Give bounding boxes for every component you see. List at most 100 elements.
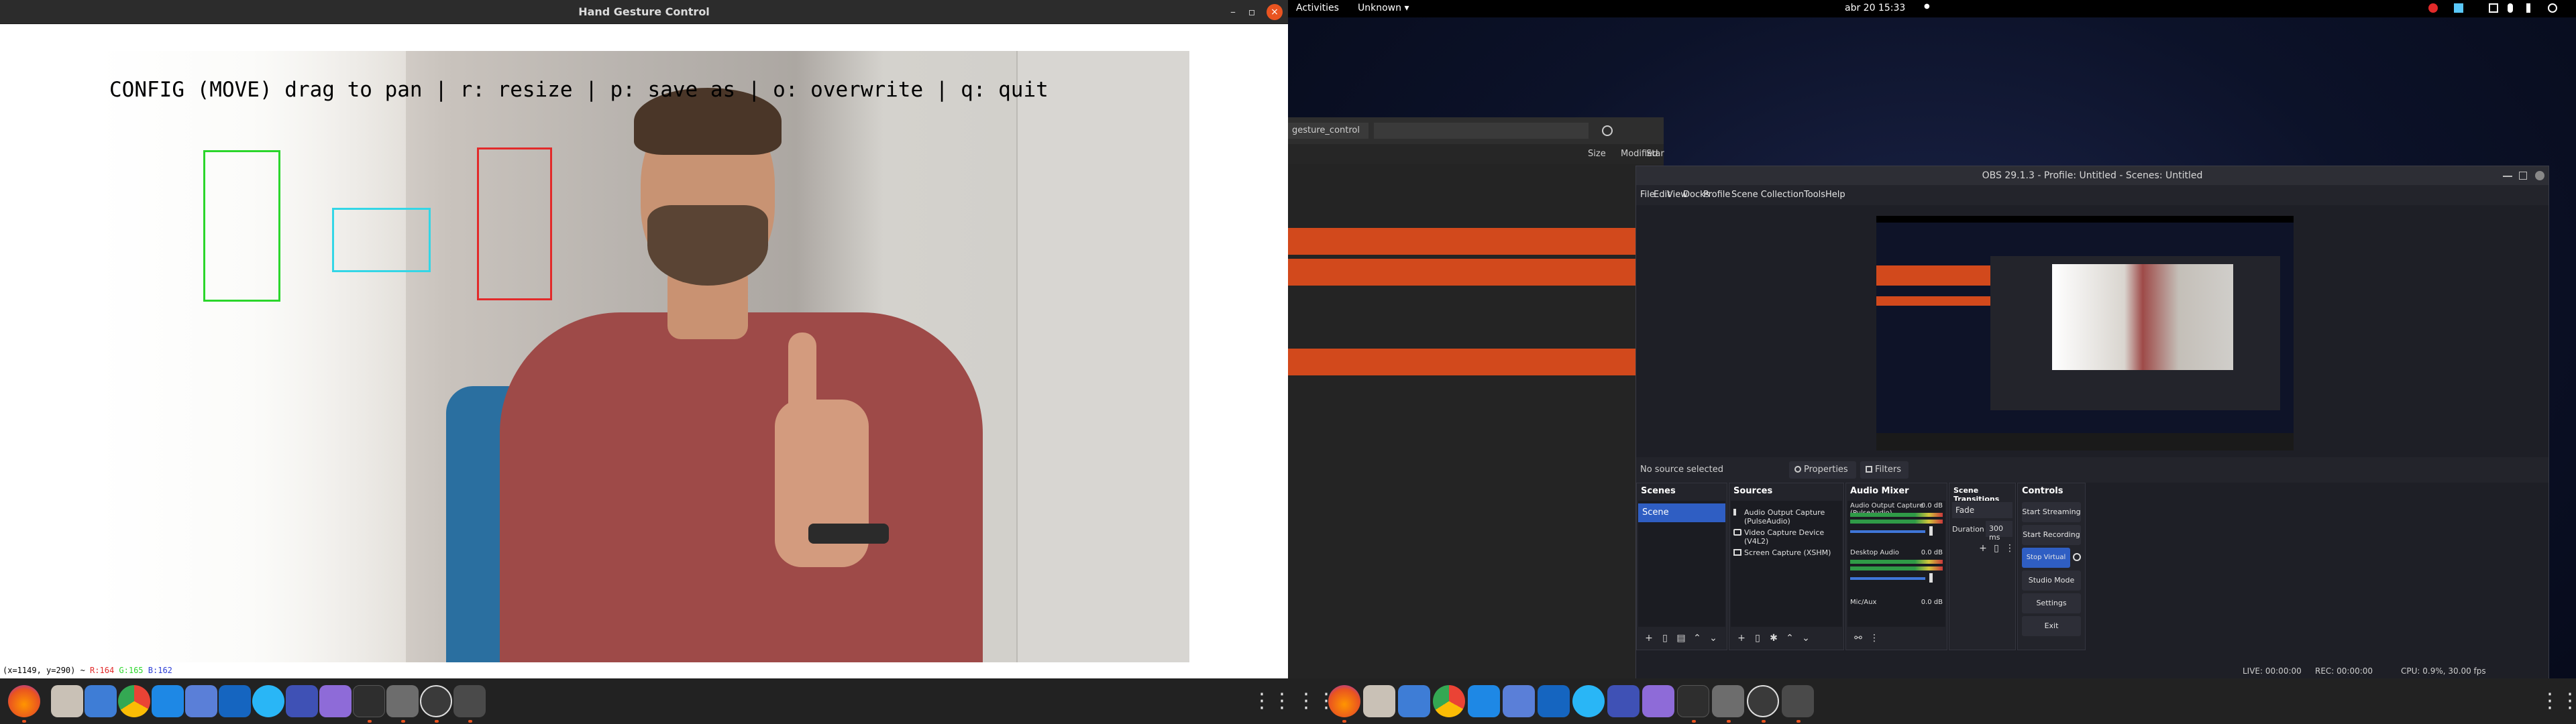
- screenshot-icon[interactable]: [1503, 685, 1535, 717]
- close-button[interactable]: ×: [1267, 4, 1283, 20]
- virtual-camera-settings-icon[interactable]: [2073, 553, 2081, 561]
- firefox-icon[interactable]: [1328, 685, 1360, 717]
- source-item[interactable]: Screen Capture (XSHM): [1731, 544, 1842, 564]
- microphone-icon[interactable]: [2508, 3, 2513, 13]
- vscode-icon[interactable]: [152, 685, 184, 717]
- minimize-icon[interactable]: [2503, 176, 2512, 177]
- app-icon-blue[interactable]: [252, 685, 284, 717]
- stop-virtual-camera-button[interactable]: Stop Virtual Camera: [2022, 548, 2070, 581]
- maximize-icon[interactable]: [2519, 172, 2527, 180]
- start-recording-button[interactable]: Start Recording: [2022, 525, 2081, 545]
- screenshot-icon[interactable]: [185, 685, 217, 717]
- activities-button[interactable]: Activities: [1296, 3, 1339, 13]
- terminal-icon[interactable]: [1677, 685, 1709, 717]
- selected-file-row[interactable]: [1288, 259, 1637, 286]
- package-icon[interactable]: [1712, 685, 1744, 717]
- files-window[interactable]: gesture_control Size Modified Star: [1288, 117, 1664, 687]
- show-apps-icon[interactable]: ⋮⋮⋮: [2540, 688, 2576, 715]
- window-icon[interactable]: [453, 685, 486, 717]
- show-apps-icon[interactable]: ⋮⋮⋮: [1252, 688, 1288, 715]
- transition-select[interactable]: Fade: [1952, 502, 2012, 518]
- menu-help[interactable]: Help: [1825, 190, 1845, 200]
- obs-icon[interactable]: [1747, 685, 1779, 717]
- link-icon[interactable]: ⚯: [1850, 631, 1866, 646]
- clock[interactable]: abr 20 15:33: [1845, 3, 1905, 13]
- selected-file-row[interactable]: [1288, 228, 1637, 255]
- selected-file-row[interactable]: [1288, 349, 1637, 375]
- scenes-title: Scenes: [1641, 486, 1676, 496]
- source-item[interactable]: Video Capture Device (V4L2): [1731, 524, 1842, 546]
- obs-icon[interactable]: [420, 685, 452, 717]
- trash-icon[interactable]: ▯: [1657, 631, 1673, 646]
- chrome-icon[interactable]: [1433, 685, 1465, 717]
- volume-slider[interactable]: [1850, 530, 1925, 533]
- volume-icon[interactable]: [2526, 3, 2536, 13]
- vscode-icon[interactable]: [1468, 685, 1500, 717]
- add-icon[interactable]: +: [1641, 631, 1657, 646]
- text-editor-icon[interactable]: [85, 685, 117, 717]
- scene-item[interactable]: Scene: [1638, 503, 1725, 522]
- move-down-icon[interactable]: ⌄: [1798, 631, 1814, 646]
- bluetooth-icon[interactable]: [2454, 3, 2463, 13]
- recording-indicator-icon[interactable]: [2428, 3, 2438, 13]
- files-icon[interactable]: [1363, 685, 1395, 717]
- speaker-icon[interactable]: [1929, 526, 1937, 536]
- filter-icon[interactable]: ▤: [1673, 631, 1689, 646]
- files-search-field[interactable]: [1374, 123, 1589, 139]
- search-icon[interactable]: [1602, 125, 1613, 136]
- notes-icon[interactable]: [1607, 685, 1640, 717]
- minimize-button[interactable]: –: [1225, 4, 1241, 20]
- app-icon-blue[interactable]: [1572, 685, 1605, 717]
- obs-preview[interactable]: [1636, 205, 2548, 457]
- notes-icon[interactable]: [286, 685, 318, 717]
- chrome-icon[interactable]: [118, 685, 150, 717]
- files-icon[interactable]: [51, 685, 83, 717]
- menu-file[interactable]: File: [1640, 190, 1655, 200]
- obs-titlebar[interactable]: OBS 29.1.3 - Profile: Untitled - Scenes:…: [1636, 166, 2548, 185]
- settings-button[interactable]: Settings: [2022, 593, 2081, 613]
- maximize-button[interactable]: ▫: [1244, 4, 1260, 20]
- firefox-icon[interactable]: [8, 685, 40, 717]
- obs-window[interactable]: OBS 29.1.3 - Profile: Untitled - Scenes:…: [1635, 166, 2549, 680]
- trash-icon[interactable]: ▯: [1750, 631, 1766, 646]
- close-icon[interactable]: [2535, 171, 2544, 180]
- show-apps-icon[interactable]: ⋮⋮⋮: [1296, 688, 1356, 715]
- green-zone-box[interactable]: [203, 150, 280, 302]
- window-icon[interactable]: [1782, 685, 1814, 717]
- package-icon[interactable]: [386, 685, 419, 717]
- obsidian-icon[interactable]: [319, 685, 352, 717]
- gear-icon[interactable]: ✱: [1766, 631, 1782, 646]
- menu-profile[interactable]: Profile: [1703, 190, 1730, 200]
- camera-feed[interactable]: [97, 51, 1189, 662]
- duration-input[interactable]: 300 ms: [1986, 521, 2012, 542]
- speaker-icon[interactable]: [1929, 573, 1937, 583]
- power-icon[interactable]: [2548, 3, 2557, 13]
- exit-button[interactable]: Exit: [2022, 616, 2081, 636]
- source-item[interactable]: Audio Output Capture (PulseAudio): [1731, 503, 1842, 526]
- more-icon[interactable]: ⋮: [1866, 631, 1882, 646]
- red-zone-box[interactable]: [477, 147, 552, 300]
- path-bar[interactable]: gesture_control: [1288, 123, 1368, 139]
- app-menu[interactable]: Unknown ▾: [1358, 3, 1409, 13]
- column-size[interactable]: Size: [1588, 149, 1606, 159]
- cyan-zone-box[interactable]: [332, 208, 431, 272]
- more-icon[interactable]: ⋮: [2002, 541, 2018, 556]
- writer-icon[interactable]: [1538, 685, 1570, 717]
- menu-tools[interactable]: Tools: [1804, 190, 1825, 200]
- hand-gesture-titlebar[interactable]: Hand Gesture Control – ▫ ×: [0, 0, 1288, 24]
- move-up-icon[interactable]: ⌃: [1689, 631, 1705, 646]
- move-down-icon[interactable]: ⌄: [1705, 631, 1721, 646]
- network-icon[interactable]: [2489, 3, 2498, 13]
- move-up-icon[interactable]: ⌃: [1782, 631, 1798, 646]
- gesture-canvas[interactable]: CONFIG (MOVE) drag to pan | r: resize | …: [0, 24, 1288, 662]
- start-streaming-button[interactable]: Start Streaming: [2022, 502, 2081, 522]
- studio-mode-button[interactable]: Studio Mode: [2022, 570, 2081, 591]
- obsidian-icon[interactable]: [1642, 685, 1674, 717]
- text-editor-icon[interactable]: [1398, 685, 1430, 717]
- writer-icon[interactable]: [219, 685, 251, 717]
- terminal-icon[interactable]: [353, 685, 385, 717]
- column-star[interactable]: Star: [1646, 149, 1664, 159]
- add-icon[interactable]: +: [1733, 631, 1750, 646]
- menu-scene-collection[interactable]: Scene Collection: [1731, 190, 1804, 200]
- volume-slider[interactable]: [1850, 577, 1925, 580]
